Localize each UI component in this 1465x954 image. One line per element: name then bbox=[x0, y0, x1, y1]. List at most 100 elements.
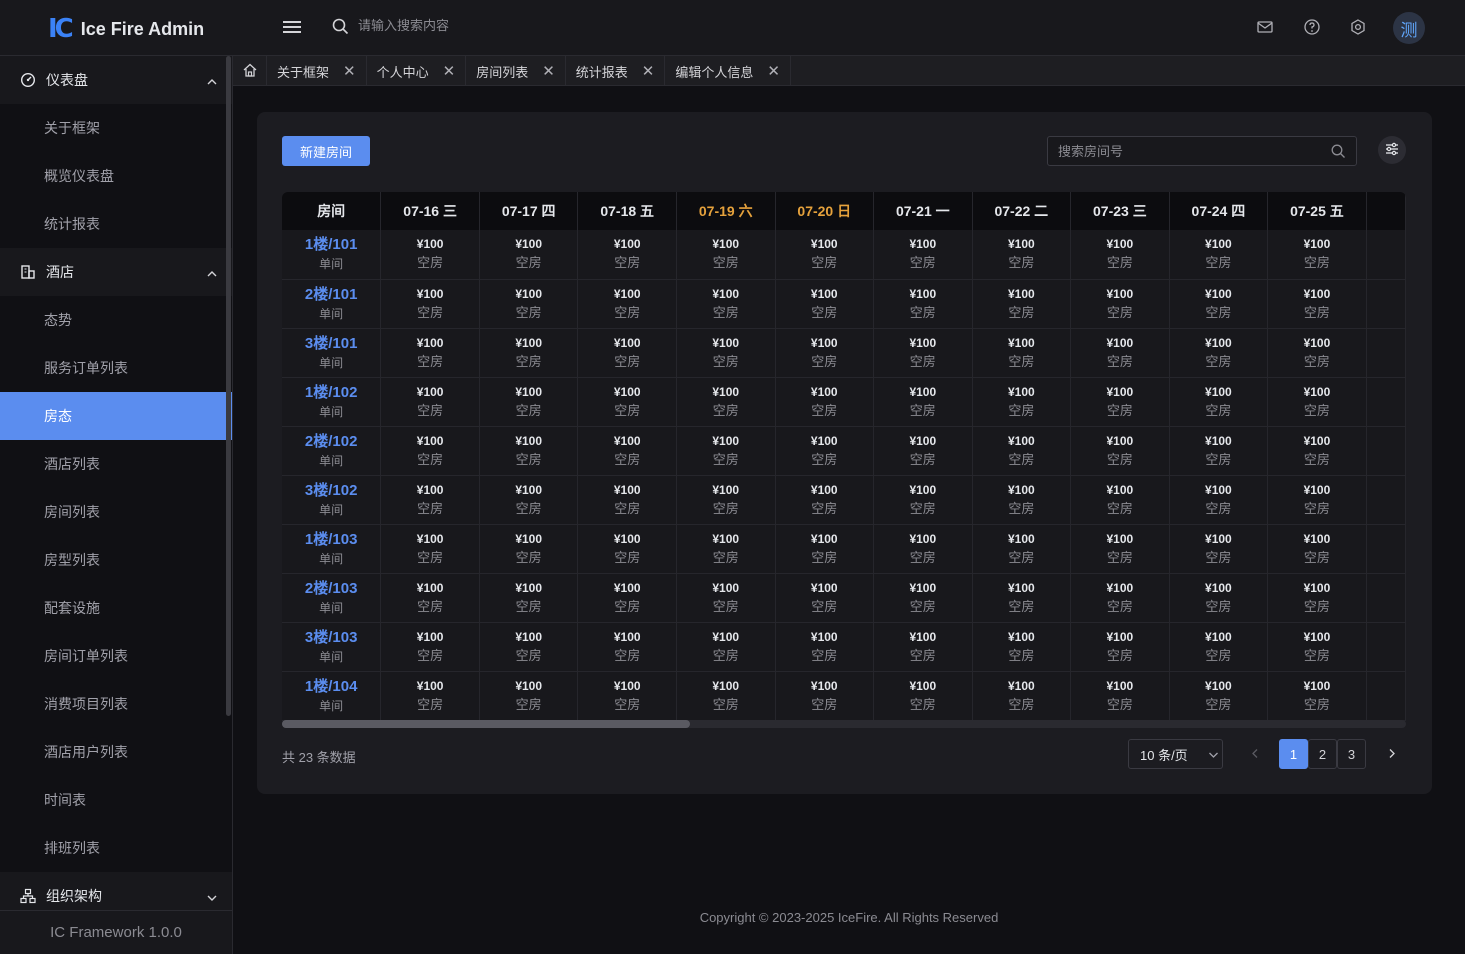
room-day-cell[interactable]: ¥100 空房 bbox=[972, 279, 1072, 329]
room-day-cell[interactable]: ¥100 空房 bbox=[479, 279, 579, 329]
room-day-cell[interactable]: ¥100 空房 bbox=[577, 377, 677, 427]
room-day-cell[interactable]: ¥100 空房 bbox=[479, 426, 579, 476]
room-day-cell[interactable]: ¥100 空房 bbox=[873, 230, 973, 280]
room-day-cell[interactable]: ¥100 空房 bbox=[774, 377, 875, 427]
help-icon[interactable] bbox=[1303, 18, 1323, 38]
room-day-cell[interactable]: ¥100 空房 bbox=[676, 671, 776, 721]
room-day-cell[interactable]: ¥100 空房 bbox=[676, 328, 776, 378]
room-day-cell[interactable]: ¥100 空房 bbox=[972, 671, 1072, 721]
sidebar-item-timetable[interactable]: 时间表 bbox=[0, 776, 232, 824]
close-icon[interactable]: ✕ bbox=[767, 62, 780, 80]
room-number-link[interactable]: 1楼/101 bbox=[282, 235, 380, 255]
room-day-cell[interactable]: ¥100 空房 bbox=[1169, 279, 1269, 329]
table-horizontal-scrollbar[interactable] bbox=[282, 720, 1406, 728]
mail-icon[interactable] bbox=[1256, 18, 1276, 38]
sidebar-item-service-orders[interactable]: 服务订单列表 bbox=[0, 344, 232, 392]
room-number-link[interactable]: 3楼/103 bbox=[282, 628, 380, 648]
sidebar-item-room-list[interactable]: 房间列表 bbox=[0, 488, 232, 536]
scrollbar-thumb[interactable] bbox=[282, 720, 690, 728]
room-day-cell[interactable]: ¥100 空房 bbox=[676, 524, 776, 574]
room-day-cell[interactable]: ¥100 空房 bbox=[1070, 279, 1170, 329]
room-day-cell[interactable]: ¥100 空房 bbox=[1267, 279, 1367, 329]
room-day-cell[interactable]: ¥100 空房 bbox=[1169, 524, 1269, 574]
user-avatar[interactable]: 测 bbox=[1393, 12, 1425, 44]
home-tab[interactable] bbox=[233, 56, 267, 86]
room-day-cell[interactable]: ¥100 空房 bbox=[577, 475, 677, 525]
room-day-cell[interactable]: ¥100 空房 bbox=[380, 622, 480, 672]
app-logo[interactable]: IC Ice Fire Admin bbox=[48, 14, 204, 44]
room-number-link[interactable]: 3楼/102 bbox=[282, 481, 380, 501]
room-day-cell[interactable]: ¥100 空房 bbox=[972, 573, 1072, 623]
room-day-cell[interactable]: ¥100 空房 bbox=[380, 377, 480, 427]
room-day-cell[interactable]: ¥100 空房 bbox=[577, 573, 677, 623]
room-day-cell[interactable]: ¥100 空房 bbox=[577, 524, 677, 574]
room-number-link[interactable]: 3楼/101 bbox=[282, 334, 380, 354]
room-day-cell[interactable]: ¥100 空房 bbox=[577, 279, 677, 329]
sidebar-item-hotel-users[interactable]: 酒店用户列表 bbox=[0, 728, 232, 776]
page-size-select[interactable]: 10 条/页 bbox=[1128, 739, 1223, 769]
room-day-cell[interactable]: ¥100 空房 bbox=[1169, 230, 1269, 280]
room-day-cell[interactable]: ¥100 空房 bbox=[1169, 622, 1269, 672]
room-day-cell[interactable]: ¥100 空房 bbox=[1070, 671, 1170, 721]
room-day-cell[interactable]: ¥100 空房 bbox=[972, 475, 1072, 525]
room-number-link[interactable]: 2楼/102 bbox=[282, 432, 380, 452]
room-day-cell[interactable]: ¥100 空房 bbox=[972, 328, 1072, 378]
room-day-cell[interactable]: ¥100 空房 bbox=[1070, 573, 1170, 623]
search-icon[interactable] bbox=[1331, 144, 1346, 162]
room-day-cell[interactable]: ¥100 空房 bbox=[380, 671, 480, 721]
room-day-cell[interactable]: ¥100 空房 bbox=[1267, 377, 1367, 427]
room-day-cell[interactable]: ¥100 空房 bbox=[380, 475, 480, 525]
room-day-cell[interactable]: ¥100 空房 bbox=[1070, 475, 1170, 525]
room-day-cell[interactable]: ¥100 空房 bbox=[380, 573, 480, 623]
room-day-cell[interactable]: ¥100 空房 bbox=[676, 230, 776, 280]
sidebar-item-consumption-items[interactable]: 消费项目列表 bbox=[0, 680, 232, 728]
room-day-cell[interactable]: ¥100 空房 bbox=[774, 524, 875, 574]
room-day-cell[interactable]: ¥100 空房 bbox=[380, 230, 480, 280]
room-day-cell[interactable]: ¥100 空房 bbox=[774, 426, 875, 476]
close-icon[interactable]: ✕ bbox=[343, 62, 356, 80]
room-number-link[interactable]: 1楼/103 bbox=[282, 530, 380, 550]
room-day-cell[interactable]: ¥100 空房 bbox=[774, 671, 875, 721]
room-day-cell[interactable]: ¥100 空房 bbox=[1070, 377, 1170, 427]
room-day-cell[interactable]: ¥100 空房 bbox=[577, 328, 677, 378]
prev-page-button[interactable] bbox=[1240, 739, 1269, 769]
page-2-button[interactable]: 2 bbox=[1308, 739, 1337, 769]
room-number-link[interactable]: 2楼/101 bbox=[282, 285, 380, 305]
room-day-cell[interactable]: ¥100 空房 bbox=[1169, 377, 1269, 427]
room-day-cell[interactable]: ¥100 空房 bbox=[774, 475, 875, 525]
sidebar-item-situation[interactable]: 态势 bbox=[0, 296, 232, 344]
sidebar-item-facilities[interactable]: 配套设施 bbox=[0, 584, 232, 632]
room-day-cell[interactable]: ¥100 空房 bbox=[479, 524, 579, 574]
room-day-cell[interactable]: ¥100 空房 bbox=[1267, 524, 1367, 574]
close-icon[interactable]: ✕ bbox=[642, 62, 655, 80]
tab-profile[interactable]: 个人中心 ✕ bbox=[367, 56, 467, 86]
close-icon[interactable]: ✕ bbox=[443, 62, 456, 80]
room-day-cell[interactable]: ¥100 空房 bbox=[1267, 230, 1367, 280]
room-day-cell[interactable]: ¥100 空房 bbox=[774, 573, 875, 623]
filter-settings-button[interactable] bbox=[1378, 136, 1406, 164]
room-day-cell[interactable]: ¥100 空房 bbox=[1267, 426, 1367, 476]
room-day-cell[interactable]: ¥100 空房 bbox=[1070, 426, 1170, 476]
room-day-cell[interactable]: ¥100 空房 bbox=[577, 671, 677, 721]
sidebar-item-room-orders[interactable]: 房间订单列表 bbox=[0, 632, 232, 680]
room-day-cell[interactable]: ¥100 空房 bbox=[1070, 328, 1170, 378]
sidebar-item-about[interactable]: 关于框架 bbox=[0, 104, 232, 152]
room-day-cell[interactable]: ¥100 空房 bbox=[1070, 230, 1170, 280]
room-day-cell[interactable]: ¥100 空房 bbox=[577, 622, 677, 672]
room-day-cell[interactable]: ¥100 空房 bbox=[479, 328, 579, 378]
global-search-input[interactable] bbox=[358, 18, 658, 33]
room-day-cell[interactable]: ¥100 空房 bbox=[577, 230, 677, 280]
room-day-cell[interactable]: ¥100 空房 bbox=[873, 671, 973, 721]
room-day-cell[interactable]: ¥100 空房 bbox=[1070, 524, 1170, 574]
room-day-cell[interactable]: ¥100 空房 bbox=[873, 426, 973, 476]
sidebar-group-hotel[interactable]: 酒店 bbox=[0, 248, 232, 296]
room-day-cell[interactable]: ¥100 空房 bbox=[873, 279, 973, 329]
room-day-cell[interactable]: ¥100 空房 bbox=[873, 524, 973, 574]
room-day-cell[interactable]: ¥100 空房 bbox=[479, 230, 579, 280]
room-day-cell[interactable]: ¥100 空房 bbox=[972, 377, 1072, 427]
room-day-cell[interactable]: ¥100 空房 bbox=[676, 573, 776, 623]
room-search-input[interactable] bbox=[1048, 137, 1318, 165]
tab-statistics[interactable]: 统计报表 ✕ bbox=[566, 56, 666, 86]
room-day-cell[interactable]: ¥100 空房 bbox=[380, 426, 480, 476]
room-day-cell[interactable]: ¥100 空房 bbox=[774, 328, 875, 378]
